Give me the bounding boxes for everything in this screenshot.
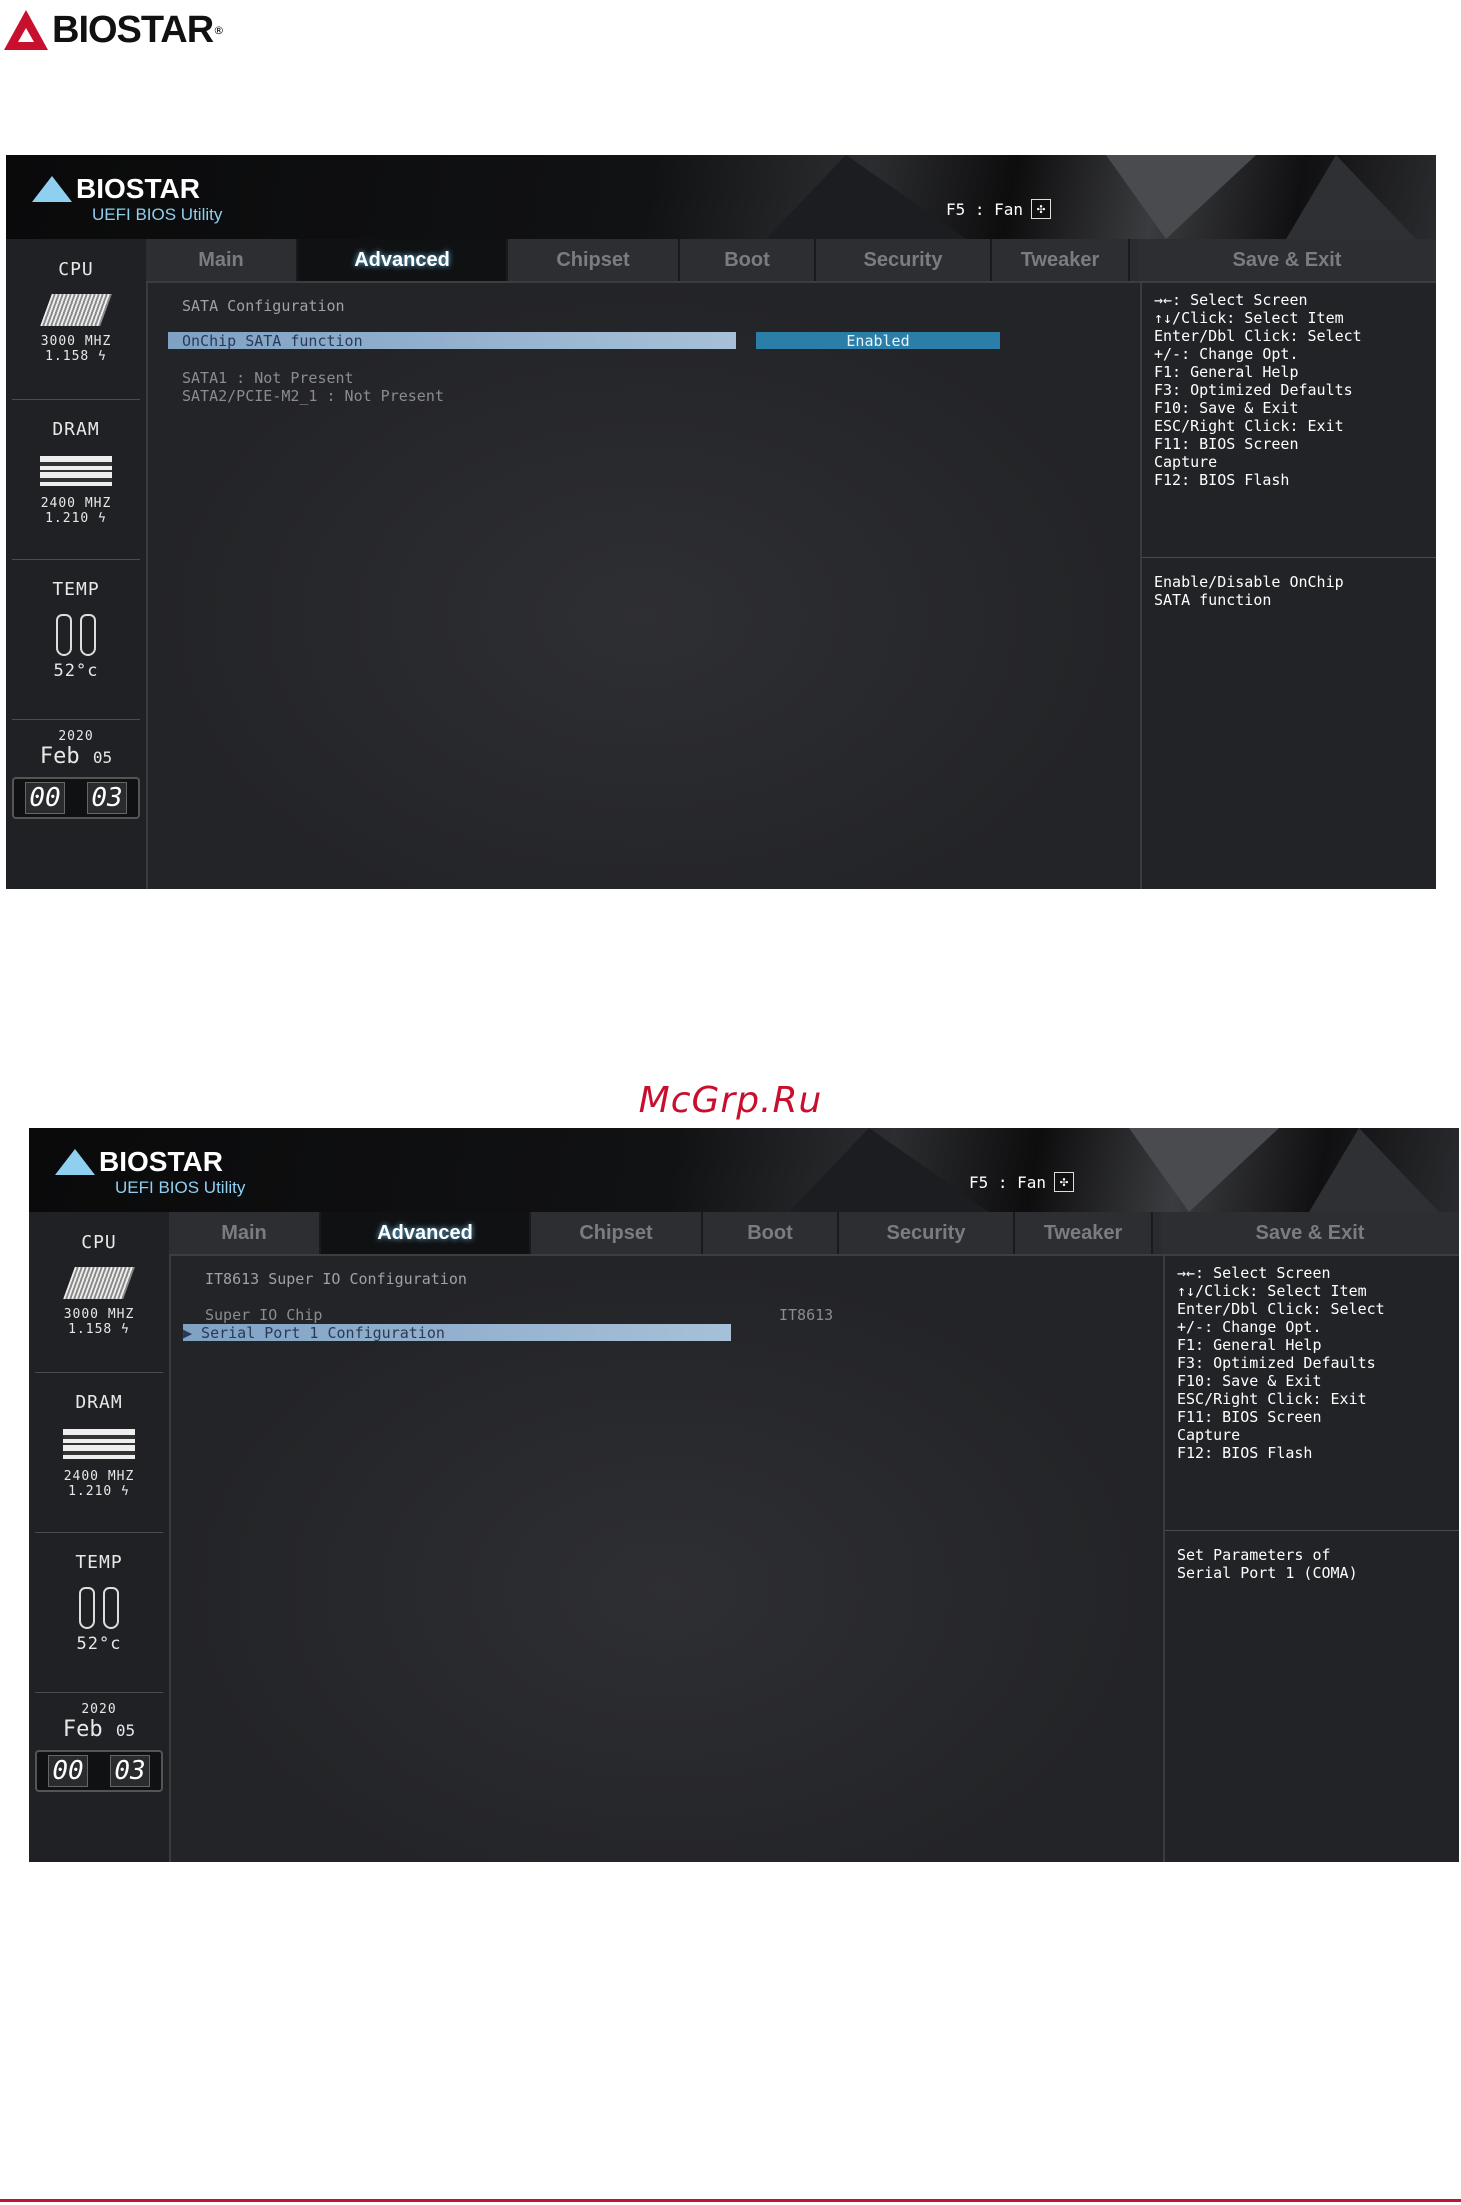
biostar-logo-icon [4,10,48,50]
bios-subtitle: UEFI BIOS Utility [92,205,223,224]
settings-panel: SATA Configuration OnChip SATA function … [148,283,1138,889]
bios-logo: BIOSTAR [32,173,200,205]
thermometer-icon [69,1587,129,1629]
tab-bar: Main Advanced Chipset Boot Security Twea… [146,239,1436,283]
temp-tile: TEMP 52°c [6,579,146,680]
bios-screen-superio: BIOSTAR UEFI BIOS Utility F5 : Fan ✣ CPU … [29,1128,1459,1862]
tab-security[interactable]: Security [839,1212,1015,1254]
tab-advanced[interactable]: Advanced [321,1212,531,1254]
onchip-sata-option[interactable]: OnChip SATA function [168,332,736,350]
tab-chipset[interactable]: Chipset [508,239,680,281]
tab-bar: Main Advanced Chipset Boot Security Twea… [169,1212,1459,1256]
bios-logo: BIOSTAR [55,1146,223,1178]
status-sidebar: CPU 3000 MHZ 1.158 ϟ DRAM 2400 MHZ 1.210… [29,1212,171,1862]
fan-icon: ✣ [1031,199,1052,219]
help-panel: →←: Select Screen ↑↓/Click: Select Item … [1163,1256,1459,1862]
tab-chipset[interactable]: Chipset [531,1212,703,1254]
dram-tile: DRAM 2400 MHZ 1.210 ϟ [63,1392,135,1499]
item-help: Enable/Disable OnChip SATA function [1154,573,1344,609]
fan-hint[interactable]: F5 : Fan ✣ [969,1172,1075,1192]
tab-tweaker[interactable]: Tweaker [992,239,1130,281]
temp-tile: TEMP 52°c [29,1552,169,1653]
bios-header: BIOSTAR UEFI BIOS Utility F5 : Fan ✣ [29,1128,1459,1212]
tab-boot[interactable]: Boot [680,239,816,281]
tab-main[interactable]: Main [169,1212,321,1254]
key-help: →←: Select Screen ↑↓/Click: Select Item … [1177,1264,1385,1462]
dram-tile: DRAM 2400 MHZ 1.210 ϟ [40,419,112,526]
section-title: SATA Configuration [182,297,345,315]
tab-boot[interactable]: Boot [703,1212,839,1254]
page-brand-text: BIOSTAR [52,8,214,51]
status-sidebar: CPU 3000 MHZ 1.158 ϟ DRAM 2400 MHZ 1.210… [6,239,148,889]
tab-tweaker[interactable]: Tweaker [1015,1212,1153,1254]
biostar-mountain-icon [55,1149,95,1175]
page-brand-logo: BIOSTAR ® [4,6,224,54]
serial-port-1-option[interactable]: ▶ Serial Port 1 Configuration [183,1324,731,1342]
watermark: McGrp.Ru [638,1080,823,1121]
biostar-mountain-icon [32,176,72,202]
tab-save-exit[interactable]: Save & Exit [1161,1212,1459,1254]
sata2-status: SATA2/PCIE-M2_1 : Not Present [182,387,444,405]
cpu-chip-icon [59,1269,139,1297]
tab-advanced[interactable]: Advanced [298,239,508,281]
tab-security[interactable]: Security [816,239,992,281]
section-title: IT8613 Super IO Configuration [205,1270,467,1288]
clock-display: 00 03 [12,777,140,819]
sata1-status: SATA1 : Not Present [182,369,354,387]
date-tile: 2020 Feb 05 00 03 [6,729,146,819]
ram-module-icon [40,456,112,486]
ram-module-icon [63,1429,135,1459]
super-io-chip-label: Super IO Chip [205,1306,323,1324]
cpu-tile: CPU 3000 MHZ 1.158 ϟ [6,259,146,364]
super-io-chip-value: IT8613 [779,1306,834,1324]
onchip-sata-value[interactable]: Enabled [756,332,1000,350]
bios-subtitle: UEFI BIOS Utility [115,1178,246,1197]
tab-save-exit[interactable]: Save & Exit [1138,239,1436,281]
help-panel: →←: Select Screen ↑↓/Click: Select Item … [1140,283,1436,889]
clock-display: 00 03 [35,1750,163,1792]
item-help: Set Parameters of Serial Port 1 (COMA) [1177,1546,1358,1582]
thermometer-icon [46,614,106,656]
bios-header: BIOSTAR UEFI BIOS Utility F5 : Fan ✣ [6,155,1436,239]
settings-panel: IT8613 Super IO Configuration Super IO C… [171,1256,1161,1862]
date-tile: 2020 Feb 05 00 03 [29,1702,169,1792]
cpu-tile: CPU 3000 MHZ 1.158 ϟ [29,1232,169,1337]
footer-rule [0,2199,1461,2202]
cpu-chip-icon [36,296,116,324]
tab-main[interactable]: Main [146,239,298,281]
fan-hint[interactable]: F5 : Fan ✣ [946,199,1052,219]
bios-screen-sata: BIOSTAR UEFI BIOS Utility F5 : Fan ✣ CPU … [6,155,1436,889]
fan-icon: ✣ [1054,1172,1075,1192]
key-help: →←: Select Screen ↑↓/Click: Select Item … [1154,291,1362,489]
